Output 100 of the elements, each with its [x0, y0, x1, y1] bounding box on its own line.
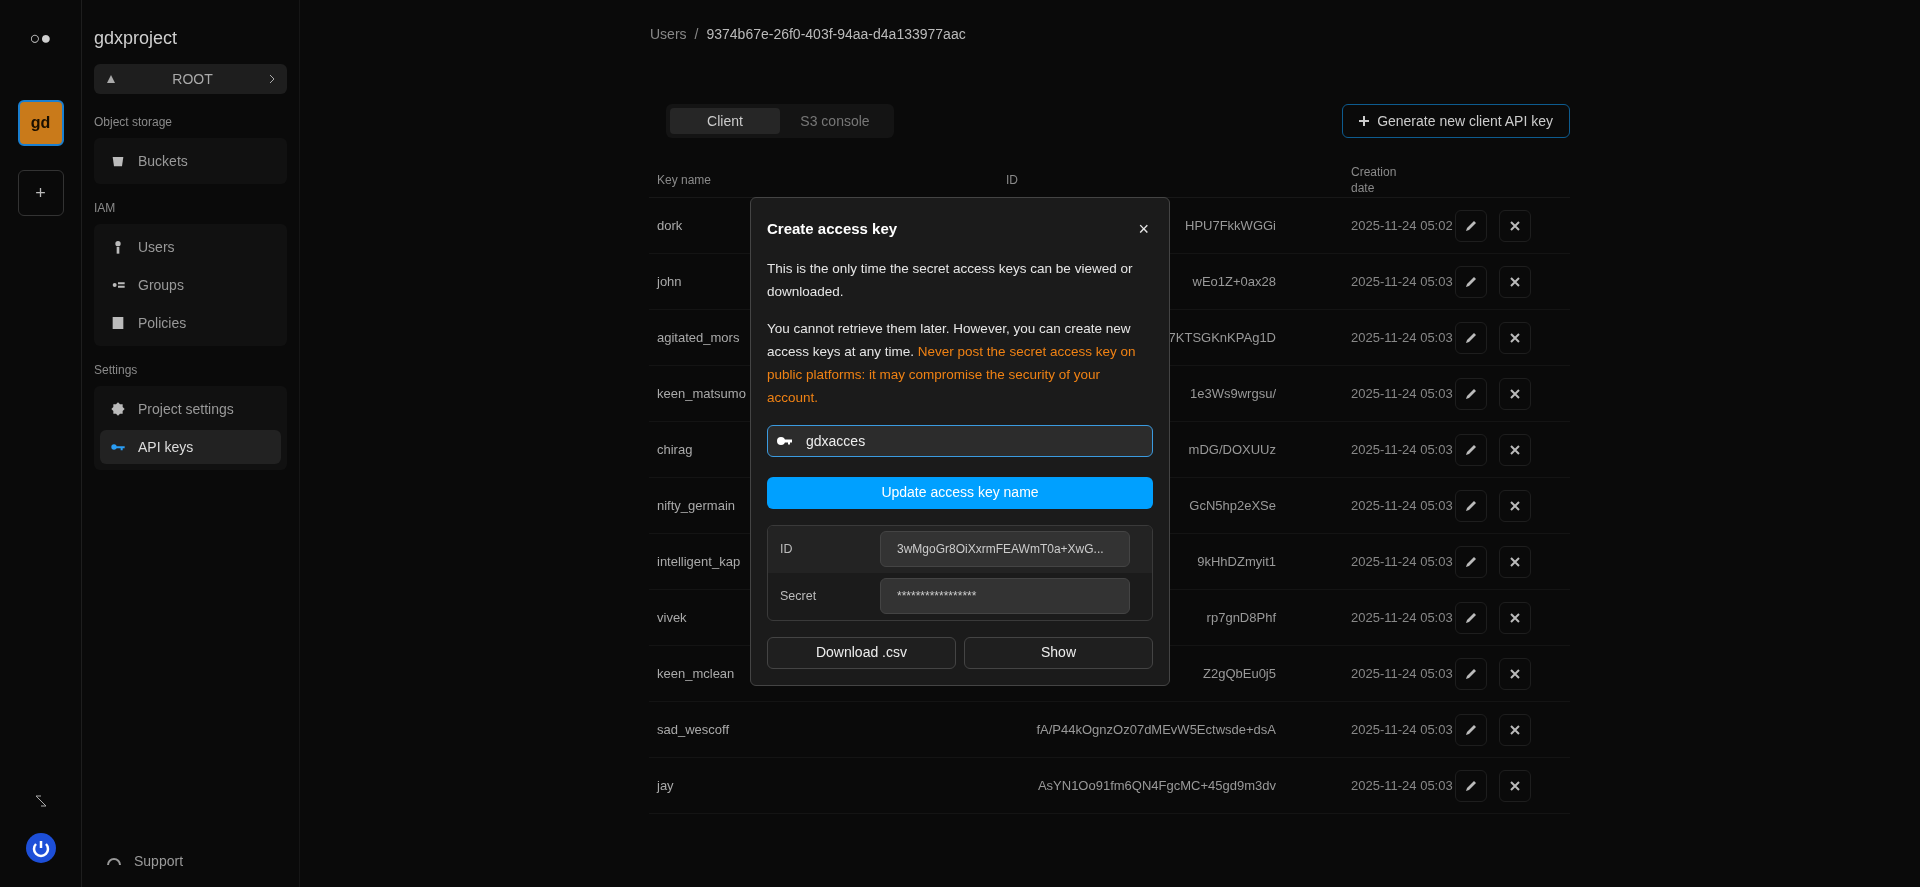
nav-item[interactable]: Buckets	[100, 144, 281, 178]
credential-field[interactable]: 3wMgoGr8OiXxrmFEAWmT0a+XwG...	[880, 531, 1130, 567]
generate-key-button[interactable]: Generate new client API key	[1342, 104, 1570, 138]
table-cell-text: HPU7FkkWGGi	[1185, 216, 1276, 235]
delete-button[interactable]	[1499, 769, 1531, 802]
close-button[interactable]: ×	[1134, 220, 1153, 239]
chevron-icon	[269, 74, 275, 84]
table-cell: vivek	[657, 609, 687, 625]
table-cell-text: 7KTSGKnKPAg1D	[1168, 328, 1276, 347]
nav-item[interactable]: Groups	[100, 268, 281, 302]
table-cell: 2025-11-24 05:03	[1351, 497, 1453, 513]
table-cell-text: fA/P44kOgnzOz07dMEvW5Ectwsde+dsA	[1036, 720, 1276, 739]
edit-button[interactable]	[1455, 769, 1487, 802]
table-cell: jay	[657, 777, 674, 793]
edit-button[interactable]	[1455, 209, 1487, 242]
pencil-icon	[1464, 666, 1478, 681]
delete-button[interactable]	[1499, 265, 1531, 298]
table-cell: keen_matsumo	[657, 385, 746, 401]
table-cell-text: rp7gnD8Phf	[1206, 608, 1276, 627]
table-cell-text: 9kHhDZmyit1	[1197, 552, 1276, 571]
table-cell: 2025-11-24 05:03	[1351, 273, 1453, 289]
nav-item[interactable]: Policies	[100, 306, 281, 340]
edit-button[interactable]	[1455, 377, 1487, 410]
table-cell: nifty_germain	[657, 497, 736, 513]
key-name-field[interactable]: gdxacces	[767, 424, 1153, 457]
delete-button[interactable]	[1499, 601, 1531, 634]
table-cell: 2025-11-24 05:03	[1351, 385, 1453, 401]
table-cell: 2025-11-24 05:03	[1351, 665, 1453, 681]
table-cell: dork	[657, 217, 683, 233]
pencil-icon	[1464, 610, 1478, 625]
section-title: Object storage	[94, 114, 174, 130]
delete-button[interactable]	[1499, 489, 1531, 522]
column-header: ID	[1006, 172, 1018, 187]
credential-label: Secret	[780, 587, 818, 605]
nav-item[interactable]: Users	[100, 230, 281, 264]
table-cell-text: 1e3Ws9wrgsu/	[1190, 384, 1276, 403]
edit-button[interactable]	[1455, 321, 1487, 354]
column-header: Key name	[657, 172, 712, 187]
close-icon	[1510, 444, 1520, 455]
close-icon	[1510, 668, 1520, 679]
pencil-icon	[1464, 498, 1478, 513]
table-cell: 2025-11-24 05:03	[1351, 553, 1453, 569]
delete-button[interactable]	[1499, 713, 1531, 746]
bucket-select[interactable]: ROOT	[94, 64, 287, 94]
breadcrumb-item: 9374b67e-26f0-403f-94aa-d4a133977aac	[706, 25, 966, 44]
delete-button[interactable]	[1499, 321, 1531, 354]
logo: ○●	[29, 27, 52, 50]
delete-button[interactable]	[1499, 377, 1531, 410]
delete-button[interactable]	[1499, 545, 1531, 578]
section-title: IAM	[94, 200, 117, 216]
table-cell: 2025-11-24 05:03	[1351, 721, 1453, 737]
tab[interactable]: S3 console	[780, 108, 890, 134]
nav-item[interactable]: API keys	[100, 430, 281, 464]
edit-button[interactable]	[1455, 713, 1487, 746]
edit-button[interactable]	[1455, 489, 1487, 522]
pencil-icon	[1464, 554, 1478, 569]
close-icon	[1510, 724, 1520, 735]
pencil-icon	[1464, 778, 1478, 793]
edit-button[interactable]	[1455, 601, 1487, 634]
edit-button[interactable]	[1455, 545, 1487, 578]
table-cell-text: mDG/DOXUUz	[1188, 440, 1276, 459]
project-avatar[interactable]: gd	[17, 100, 64, 146]
table-cell: 2025-11-24 05:03	[1351, 329, 1453, 345]
breadcrumb-item: /	[694, 25, 699, 44]
pencil-icon	[1464, 442, 1478, 457]
delete-button[interactable]	[1499, 657, 1531, 690]
edit-button[interactable]	[1455, 657, 1487, 690]
table-cell-text: Z2gQbEu0j5	[1203, 664, 1276, 683]
delete-button[interactable]	[1499, 209, 1531, 242]
warning-text: You cannot retrieve them later. However, you can create new access keys at any time. Never post the secret access key on public platforms: it may compromise the security of your account.	[767, 319, 1137, 407]
close-icon	[1510, 612, 1520, 623]
add-project-button[interactable]: +	[17, 170, 64, 216]
tab[interactable]: Client	[670, 108, 780, 134]
settings-icon	[110, 401, 126, 417]
table-cell: chirag	[657, 441, 693, 457]
pencil-icon	[1464, 330, 1478, 345]
power-icon[interactable]	[25, 833, 56, 863]
notice-text: This is the only time the secret access keys can be viewed or downloaded.	[767, 259, 1134, 301]
pencil-icon	[1464, 722, 1478, 737]
table-cell: john	[657, 273, 682, 289]
close-icon	[1510, 332, 1520, 343]
close-icon	[1510, 388, 1520, 399]
pencil-icon	[1464, 274, 1478, 289]
download-button[interactable]: Download .csv	[767, 636, 956, 669]
nav-item[interactable]: Project settings	[100, 392, 281, 426]
delete-button[interactable]	[1499, 433, 1531, 466]
credential-field[interactable]: *****************	[880, 578, 1130, 614]
section-title: Settings	[94, 362, 139, 378]
table-cell-text: AsYN1Oo91fm6QN4FgcMC+45gd9m3dv	[1037, 776, 1276, 795]
breadcrumb-item[interactable]: Users	[650, 24, 687, 44]
support-link[interactable]: Support	[94, 851, 287, 871]
table-cell: keen_mclean	[657, 665, 735, 681]
table-cell: sad_wescoff	[657, 721, 730, 737]
close-icon	[1510, 556, 1520, 567]
table-cell: 2025-11-24 05:03	[1351, 609, 1453, 625]
edit-button[interactable]	[1455, 265, 1487, 298]
credential-label: ID	[780, 540, 794, 558]
edit-button[interactable]	[1455, 433, 1487, 466]
table-cell-text: GcN5hp2eXSe	[1189, 496, 1276, 515]
show-button[interactable]: Show	[964, 636, 1153, 669]
